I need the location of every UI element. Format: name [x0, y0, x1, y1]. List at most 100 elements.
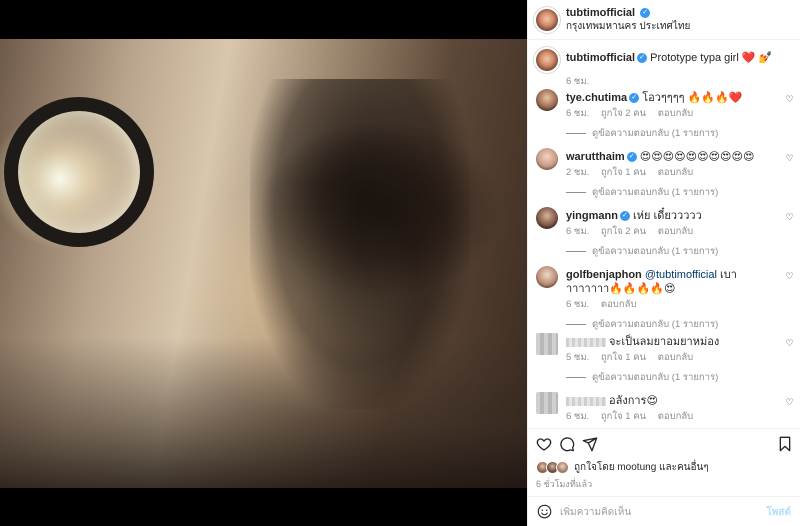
bookmark-icon[interactable]: [777, 436, 793, 452]
view-replies-label: ดูข้อความตอบกลับ (1 รายการ): [592, 372, 719, 383]
comment-reply-button[interactable]: ตอบกลับ: [658, 108, 694, 119]
comment-body: yingmann ✓ เห่ย เดี๋ยววววว: [566, 209, 776, 223]
caption-username[interactable]: tubtimofficial: [566, 52, 635, 64]
comment-reply-button[interactable]: ตอบกลับ: [658, 352, 694, 363]
verified-badge-icon: ✓: [640, 7, 651, 18]
share-icon[interactable]: [582, 436, 598, 452]
redacted-username: [566, 337, 606, 347]
comment-time: 6 ชม.: [566, 299, 590, 310]
comment-likes-count[interactable]: ถูกใจ 1 คน: [601, 352, 646, 363]
instagram-post-modal: tubtimofficial ✓ กรุงเทพมหานคร ประเทศไทย…: [0, 0, 800, 526]
post-media-area: [0, 0, 527, 526]
comment-body: golfbenjaphon @tubtimofficial เบาาาาาาาา…: [566, 268, 776, 296]
author-avatar[interactable]: [536, 8, 558, 31]
comment-text: เห่ย เดี๋ยววววว: [633, 210, 702, 222]
comment-body: อลังการ😍: [566, 394, 776, 408]
redacted-username: [566, 396, 606, 406]
comment-text: จะเป็นลมยาอมยาหม่อง: [609, 336, 720, 348]
comment-likes-count[interactable]: ถูกใจ 1 คน: [601, 411, 646, 422]
comment-username[interactable]: golfbenjaphon: [566, 269, 642, 281]
comment-username[interactable]: tye.chutima: [566, 92, 627, 104]
verified-badge-icon: ✓: [619, 211, 630, 222]
view-replies-label: ดูข้อความตอบกลับ (1 รายการ): [592, 319, 719, 330]
caption-time: 6 ชม.: [566, 76, 590, 87]
liked-by-row[interactable]: ถูกใจโดย mootung และคนอื่นๆ: [536, 460, 709, 475]
view-replies-button[interactable]: ดูข้อความตอบกลับ (1 รายการ): [566, 244, 718, 259]
commenter-avatar[interactable]: [536, 148, 558, 170]
view-replies-label: ดูข้อความตอบกลับ (1 รายการ): [592, 187, 719, 198]
comment-body: จะเป็นลมยาอมยาหม่อง: [566, 335, 776, 349]
header-text: tubtimofficial ✓ กรุงเทพมหานคร ประเทศไทย: [566, 7, 690, 33]
replies-dash: [566, 250, 586, 252]
liked-by-text: ถูกใจโดย mootung และคนอื่นๆ: [574, 462, 709, 473]
view-replies-label: ดูข้อความตอบกลับ (1 รายการ): [592, 128, 719, 139]
comment-username[interactable]: warutthaim: [566, 151, 625, 163]
replies-dash: [566, 191, 586, 193]
verified-badge-icon: ✓: [626, 152, 637, 163]
comment-like-heart-icon[interactable]: ♡: [785, 398, 794, 407]
comment-likes-count[interactable]: ถูกใจ 1 คน: [601, 167, 646, 178]
comment-like-heart-icon[interactable]: ♡: [785, 154, 794, 163]
liked-by-avatars: [536, 461, 569, 474]
caption-avatar[interactable]: [536, 49, 558, 71]
comment-likes-count[interactable]: ถูกใจ 2 คน: [601, 226, 646, 237]
comment-time: 6 ชม.: [566, 411, 590, 422]
comment-reply-button[interactable]: ตอบกลับ: [658, 167, 694, 178]
replies-dash: [566, 132, 586, 134]
comment-time: 2 ชม.: [566, 167, 590, 178]
comment-text: อลังการ😍: [609, 395, 658, 407]
comment-meta: 6 ชม. ถูกใจ 2 คน ตอบกลับ: [566, 106, 702, 121]
view-replies-button[interactable]: ดูข้อความตอบกลับ (1 รายการ): [566, 126, 718, 141]
photo-floor: [0, 338, 527, 488]
verified-badge-icon: ✓: [629, 93, 640, 104]
comments-list[interactable]: tubtimofficial ✓ Prototype typa girl ❤️ 💅…: [528, 41, 800, 427]
comment-likes-count[interactable]: ถูกใจ 2 คน: [601, 108, 646, 119]
comment-input[interactable]: [560, 503, 750, 521]
commenter-avatar[interactable]: [536, 207, 558, 229]
verified-badge-icon: ✓: [637, 53, 648, 64]
comment-time: 6 ชม.: [566, 108, 590, 119]
comment-reply-button[interactable]: ตอบกลับ: [601, 299, 637, 310]
comment-like-heart-icon[interactable]: ♡: [785, 272, 794, 281]
post-comment-button[interactable]: โพสต์: [766, 505, 791, 520]
post-side-panel: tubtimofficial ✓ กรุงเทพมหานคร ประเทศไทย…: [527, 0, 800, 526]
commenter-avatar[interactable]: [536, 266, 558, 288]
author-username[interactable]: tubtimofficial: [566, 7, 635, 19]
comment-meta: 6 ชม. ตอบกลับ: [566, 297, 645, 312]
comment-meta: 5 ชม. ถูกใจ 1 คน ตอบกลับ: [566, 350, 702, 365]
comment-time: 6 ชม.: [566, 226, 590, 237]
add-comment-bar: โพสต์: [528, 496, 800, 526]
commenter-avatar-redacted[interactable]: [536, 333, 558, 355]
comment-body: warutthaim ✓ 😍😍😍😍😍😍😍😍😍😍: [566, 150, 776, 164]
comment-body: tye.chutima ✓ โอวๆๆๆๆ 🔥🔥🔥❤️: [566, 91, 776, 105]
view-replies-label: ดูข้อความตอบกลับ (1 รายการ): [592, 246, 719, 257]
comment-username[interactable]: yingmann: [566, 210, 618, 222]
view-replies-button[interactable]: ดูข้อความตอบกลับ (1 รายการ): [566, 370, 718, 385]
view-replies-button[interactable]: ดูข้อความตอบกลับ (1 รายการ): [566, 185, 718, 200]
post-location[interactable]: กรุงเทพมหานคร ประเทศไทย: [566, 20, 690, 33]
comment-meta: 2 ชม. ถูกใจ 1 คน ตอบกลับ: [566, 165, 702, 180]
comment-icon[interactable]: [559, 436, 575, 452]
replies-dash: [566, 323, 586, 325]
comment-meta: 6 ชม. ถูกใจ 1 คน ตอบกลับ: [566, 409, 702, 424]
comment-time: 5 ชม.: [566, 352, 590, 363]
post-photo[interactable]: [0, 39, 527, 488]
liker-avatar: [556, 461, 569, 474]
photo-motorcycle-wheel: [4, 97, 154, 247]
heart-icon[interactable]: [536, 436, 552, 452]
caption-text: Prototype typa girl ❤️ 💅: [650, 52, 773, 64]
comment-like-heart-icon[interactable]: ♡: [785, 213, 794, 222]
comment-mention-link[interactable]: @tubtimofficial: [645, 269, 717, 281]
comment-like-heart-icon[interactable]: ♡: [785, 95, 794, 104]
comment-reply-button[interactable]: ตอบกลับ: [658, 411, 694, 422]
comment-like-heart-icon[interactable]: ♡: [785, 339, 794, 348]
emoji-icon[interactable]: [537, 504, 552, 519]
view-replies-button[interactable]: ดูข้อความตอบกลับ (1 รายการ): [566, 317, 718, 332]
commenter-avatar-redacted[interactable]: [536, 392, 558, 414]
comment-meta: 6 ชม. ถูกใจ 2 คน ตอบกลับ: [566, 224, 702, 239]
commenter-avatar[interactable]: [536, 89, 558, 111]
comment-reply-button[interactable]: ตอบกลับ: [658, 226, 694, 237]
post-timestamp[interactable]: 6 ชั่วโมงที่แล้ว: [536, 477, 592, 491]
caption-meta: 6 ชม.: [566, 74, 598, 89]
post-header: tubtimofficial ✓ กรุงเทพมหานคร ประเทศไทย: [528, 0, 800, 40]
